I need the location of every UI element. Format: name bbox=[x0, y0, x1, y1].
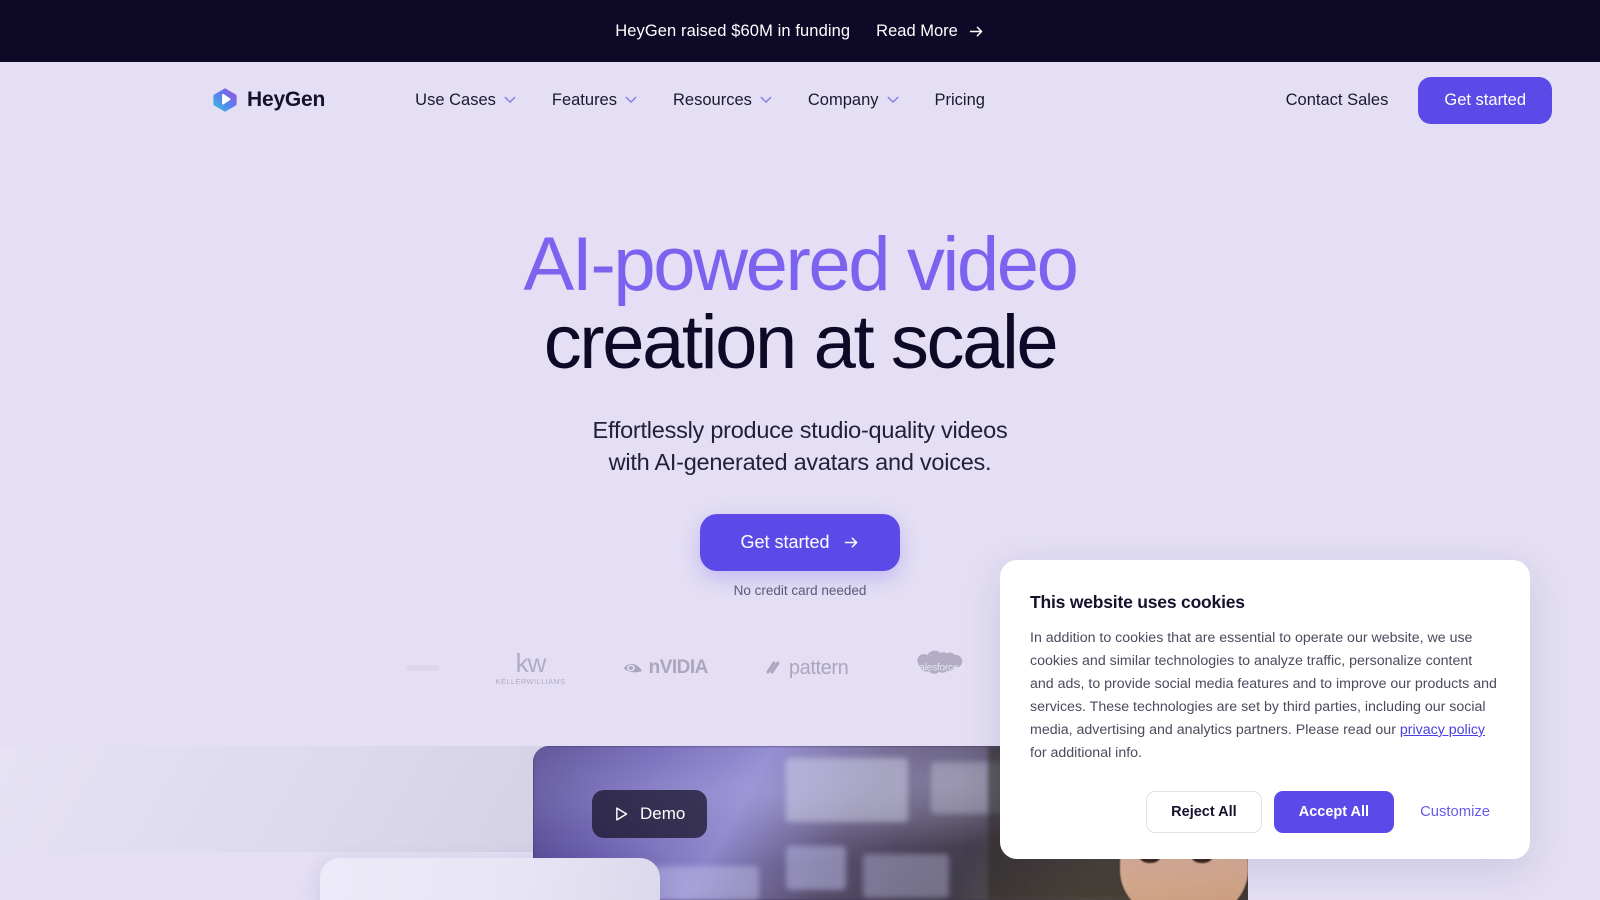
hero-subtitle-line1: Effortlessly produce studio-quality vide… bbox=[592, 417, 1008, 444]
logo-pattern: pattern bbox=[764, 640, 849, 696]
hero-floating-card bbox=[320, 858, 660, 900]
demo-play-badge[interactable]: Demo bbox=[592, 790, 708, 838]
privacy-policy-link[interactable]: privacy policy bbox=[1400, 722, 1485, 738]
hero-left-panel bbox=[0, 746, 562, 852]
arrow-right-icon bbox=[969, 26, 983, 36]
logo-nvidia: nVIDIA bbox=[622, 640, 708, 696]
video-screen-blur bbox=[863, 854, 949, 898]
cookie-banner-body: In addition to cookies that are essentia… bbox=[1030, 627, 1498, 765]
chevron-down-icon bbox=[625, 96, 637, 103]
pattern-mark-icon bbox=[766, 661, 780, 674]
logo-kw-mark: kw bbox=[515, 648, 547, 679]
header-actions: Contact Sales Get started bbox=[1286, 76, 1552, 124]
contact-sales-link[interactable]: Contact Sales bbox=[1286, 91, 1399, 110]
nav-item-company[interactable]: Company bbox=[808, 91, 899, 110]
logo-pattern-wordmark: pattern bbox=[788, 656, 849, 679]
faded-logo-icon bbox=[405, 665, 440, 671]
accept-all-button[interactable]: Accept All bbox=[1273, 791, 1395, 833]
cookie-banner-actions: Reject All Accept All Customize bbox=[1030, 791, 1498, 833]
nav-item-resources[interactable]: Resources bbox=[673, 91, 772, 110]
play-triangle-icon bbox=[616, 807, 628, 821]
video-screen-blur bbox=[651, 866, 759, 900]
logo-nvidia-wordmark: nVIDIA bbox=[648, 657, 709, 678]
main-nav: Use Cases Features Resources Company Pri… bbox=[415, 91, 985, 110]
header-get-started-button[interactable]: Get started bbox=[1418, 76, 1552, 124]
nav-item-use-cases[interactable]: Use Cases bbox=[415, 91, 516, 110]
hero-title-line2: creation at scale bbox=[543, 299, 1059, 385]
cookie-consent-banner: This website uses cookies In addition to… bbox=[1000, 560, 1530, 859]
chevron-down-icon bbox=[887, 96, 898, 103]
announcement-read-more-label: Read More bbox=[876, 21, 958, 40]
nav-label: Use Cases bbox=[415, 90, 496, 109]
nav-item-pricing[interactable]: Pricing bbox=[935, 91, 985, 110]
cookie-banner-title: This website uses cookies bbox=[1030, 592, 1245, 612]
nvidia-eye-icon bbox=[623, 664, 642, 673]
logo-placeholder-left bbox=[405, 640, 440, 696]
hero-title-line1: AI-powered video bbox=[523, 222, 1078, 307]
logo-salesforce: salesforce bbox=[904, 640, 968, 696]
announcement-text: HeyGen raised $60M in funding bbox=[615, 21, 851, 40]
customize-cookies-button[interactable]: Customize bbox=[1406, 794, 1498, 830]
chevron-down-icon bbox=[504, 96, 516, 103]
announcement-read-more-link[interactable]: Read More bbox=[876, 22, 985, 41]
hero-cta-label: Get started bbox=[740, 532, 830, 552]
hero-title: AI-powered video creation at scale bbox=[0, 226, 1600, 381]
hero-subtitle: Effortlessly produce studio-quality vide… bbox=[0, 415, 1600, 478]
video-screen-blur bbox=[786, 758, 908, 822]
cookie-body-after-link: for additional info. bbox=[1030, 745, 1142, 761]
heygen-play-logo-icon bbox=[213, 88, 237, 112]
reject-all-button[interactable]: Reject All bbox=[1146, 791, 1262, 833]
logo-salesforce-wordmark: salesforce bbox=[914, 662, 959, 674]
chevron-down-icon bbox=[760, 96, 772, 103]
arrow-right-icon bbox=[844, 537, 857, 548]
demo-badge-label: Demo bbox=[640, 804, 686, 823]
nav-item-features[interactable]: Features bbox=[552, 91, 637, 110]
nav-label: Resources bbox=[673, 90, 752, 109]
logo-keller-williams: kw KELLERWILLIAMS bbox=[496, 640, 566, 696]
site-header: HeyGen Use Cases Features Resources Comp… bbox=[0, 62, 1600, 138]
brand-logo[interactable]: HeyGen bbox=[212, 87, 325, 113]
hero-get-started-button[interactable]: Get started bbox=[700, 514, 900, 571]
hero-subtitle-line2: with AI-generated avatars and voices. bbox=[608, 448, 992, 475]
video-screen-blur bbox=[786, 846, 846, 890]
nav-label: Company bbox=[807, 90, 879, 109]
brand-name: HeyGen bbox=[247, 88, 326, 111]
nav-label: Pricing bbox=[934, 90, 985, 109]
nav-label: Features bbox=[551, 90, 617, 109]
announcement-bar: HeyGen raised $60M in funding Read More bbox=[0, 0, 1600, 62]
logo-kw-wordmark: KELLERWILLIAMS bbox=[495, 677, 566, 687]
